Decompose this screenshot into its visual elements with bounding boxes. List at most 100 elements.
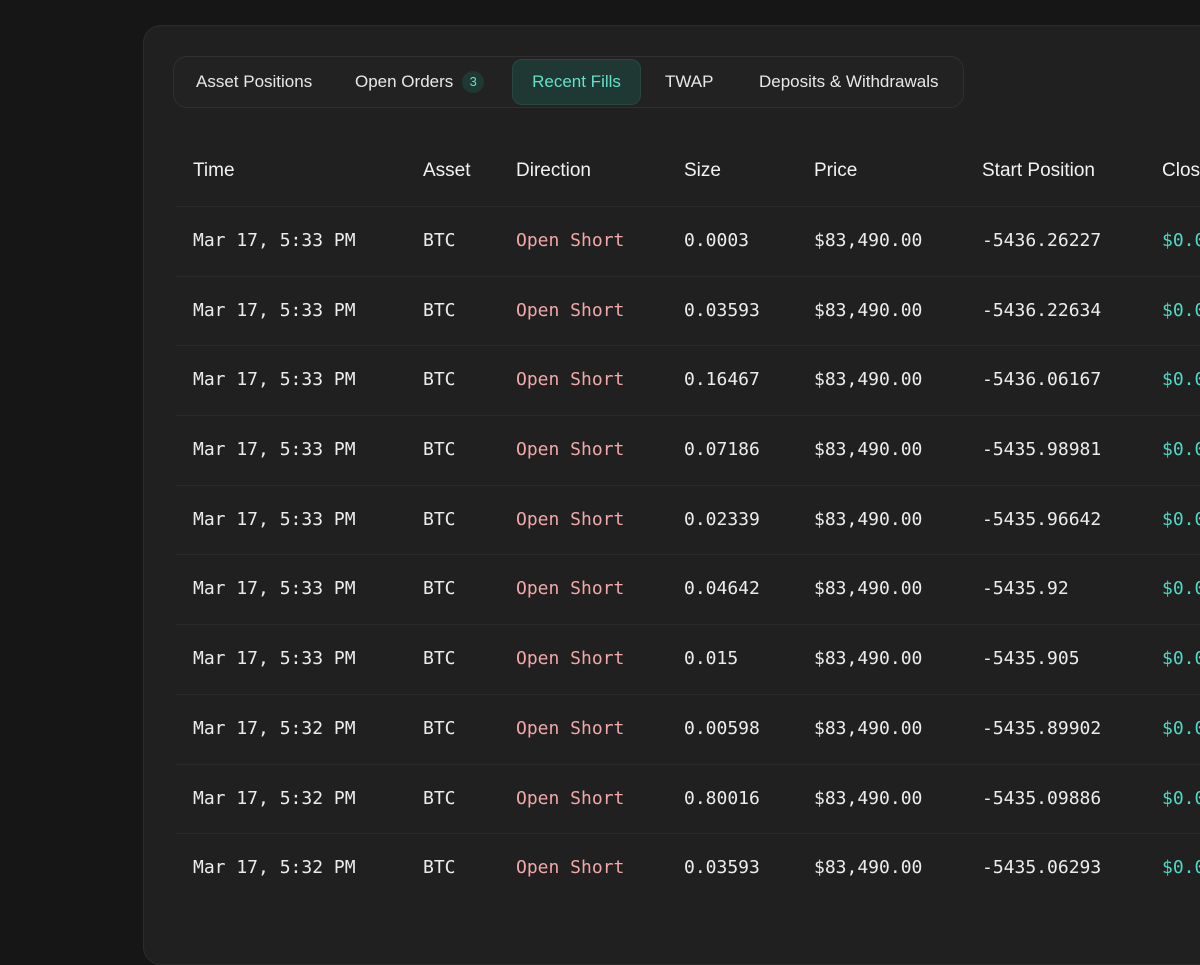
cell-price: $83,490.00 — [814, 439, 923, 461]
cell-closed-pnl: $0.0 — [1162, 369, 1200, 391]
cell-size: 0.07186 — [684, 439, 760, 461]
cell-direction: Open Short — [516, 857, 625, 879]
cell-start-position: -5435.06293 — [982, 857, 1102, 879]
header-asset[interactable]: Asset — [423, 136, 471, 206]
cell-closed-pnl: $0.0 — [1162, 578, 1200, 600]
cell-time: Mar 17, 5:32 PM — [193, 787, 356, 809]
cell-price: $83,490.00 — [814, 648, 923, 670]
header-time[interactable]: Time — [193, 136, 235, 206]
cell-asset[interactable]: BTC — [423, 765, 456, 833]
cell-size: 0.015 — [684, 648, 739, 670]
cell-asset[interactable]: BTC — [423, 695, 456, 763]
cell-start-position: -5436.22634 — [982, 299, 1102, 321]
table-row: Mar 17, 5:33 PM BTC Open Short 0.03593 $… — [176, 275, 1200, 346]
table-row: Mar 17, 5:33 PM BTC Open Short 0.02339 $… — [176, 484, 1200, 555]
cell-asset[interactable]: BTC — [423, 346, 456, 414]
cell-start-position: -5435.96642 — [982, 508, 1102, 530]
cell-start-position: -5435.92 — [982, 578, 1069, 600]
cell-time: Mar 17, 5:33 PM — [193, 230, 356, 251]
cell-size: 0.80016 — [684, 787, 760, 809]
table-row: Mar 17, 5:33 PM BTC Open Short 0.015 $83… — [176, 624, 1200, 694]
cell-asset[interactable]: BTC — [423, 416, 456, 484]
cell-size: 0.04642 — [684, 578, 760, 600]
cell-direction: Open Short — [516, 299, 625, 321]
table-row: Mar 17, 5:32 PM BTC Open Short 0.80016 $… — [176, 763, 1200, 834]
cell-price: $83,490.00 — [814, 787, 923, 809]
cell-size: 0.02339 — [684, 508, 760, 530]
cell-start-position: -5435.905 — [982, 648, 1080, 670]
tab-label: Open Orders — [355, 72, 454, 91]
tab-label: Asset Positions — [196, 72, 313, 91]
cell-direction: Open Short — [516, 369, 625, 391]
cell-direction: Open Short — [516, 787, 625, 809]
cell-size: 0.03593 — [684, 857, 760, 879]
table-row: Mar 17, 5:33 PM BTC Open Short 0.0003 $8… — [176, 206, 1200, 276]
tab-bar: Asset Positions Open Orders 3 Recent Fill… — [173, 56, 964, 108]
cell-asset[interactable]: BTC — [423, 207, 456, 275]
cell-closed-pnl: $0.0 — [1162, 299, 1200, 321]
cell-size: 0.03593 — [684, 299, 760, 321]
cell-direction: Open Short — [516, 508, 625, 530]
cell-asset[interactable]: BTC — [423, 625, 456, 693]
cell-size: 0.0003 — [684, 230, 750, 251]
table-row: Mar 17, 5:33 PM BTC Open Short 0.04642 $… — [176, 554, 1200, 624]
cell-time: Mar 17, 5:33 PM — [193, 578, 356, 600]
tab-label: Recent Fills — [532, 72, 621, 91]
cell-size: 0.16467 — [684, 369, 760, 391]
open-orders-count-badge: 3 — [462, 71, 485, 93]
cell-time: Mar 17, 5:33 PM — [193, 299, 356, 321]
cell-time: Mar 17, 5:33 PM — [193, 369, 356, 391]
cell-direction: Open Short — [516, 717, 625, 739]
cell-asset[interactable]: BTC — [423, 555, 456, 623]
cell-price: $83,490.00 — [814, 230, 923, 251]
cell-start-position: -5436.06167 — [982, 369, 1102, 391]
tab-label: TWAP — [665, 72, 714, 91]
table-row: Mar 17, 5:33 PM BTC Open Short 0.16467 $… — [176, 345, 1200, 415]
fills-table-body: Mar 17, 5:33 PM BTC Open Short 0.0003 $8… — [144, 206, 1200, 903]
cell-price: $83,490.00 — [814, 578, 923, 600]
table-row: Mar 17, 5:32 PM BTC Open Short 0.00598 $… — [176, 693, 1200, 764]
tab-recent-fills[interactable]: Recent Fills — [512, 59, 641, 105]
cell-asset[interactable]: BTC — [423, 277, 456, 345]
cell-start-position: -5435.89902 — [982, 717, 1102, 739]
cell-closed-pnl: $0.0 — [1162, 857, 1200, 879]
cell-start-position: -5435.09886 — [982, 787, 1102, 809]
header-closed-pnl[interactable]: Clos — [1162, 136, 1200, 206]
tab-asset-positions[interactable]: Asset Positions — [196, 59, 312, 105]
cell-closed-pnl: $0.0 — [1162, 439, 1200, 461]
cell-direction: Open Short — [516, 648, 625, 670]
cell-time: Mar 17, 5:33 PM — [193, 648, 356, 670]
cell-size: 0.00598 — [684, 717, 760, 739]
cell-price: $83,490.00 — [814, 857, 923, 879]
cell-asset[interactable]: BTC — [423, 486, 456, 554]
cell-closed-pnl: $0.0 — [1162, 717, 1200, 739]
table-row: Mar 17, 5:32 PM BTC Open Short 0.03593 $… — [176, 833, 1200, 903]
cell-price: $83,490.00 — [814, 299, 923, 321]
cell-price: $83,490.00 — [814, 508, 923, 530]
cell-time: Mar 17, 5:32 PM — [193, 717, 356, 739]
tab-deposits-withdrawals[interactable]: Deposits & Withdrawals — [759, 59, 939, 105]
cell-direction: Open Short — [516, 439, 625, 461]
cell-asset[interactable]: BTC — [423, 834, 456, 902]
tab-label: Deposits & Withdrawals — [759, 72, 939, 91]
cell-closed-pnl: $0.0 — [1162, 648, 1200, 670]
cell-closed-pnl: $0.0 — [1162, 508, 1200, 530]
cell-closed-pnl: $0.0 — [1162, 787, 1200, 809]
cell-time: Mar 17, 5:33 PM — [193, 439, 356, 461]
cell-time: Mar 17, 5:33 PM — [193, 508, 356, 530]
cell-time: Mar 17, 5:32 PM — [193, 857, 356, 879]
cell-direction: Open Short — [516, 578, 625, 600]
table-header: Time Asset Direction Size Price Start Po… — [144, 136, 1200, 206]
header-size[interactable]: Size — [684, 136, 721, 206]
cell-start-position: -5435.98981 — [982, 439, 1102, 461]
cell-price: $83,490.00 — [814, 369, 923, 391]
cell-direction: Open Short — [516, 230, 625, 251]
tab-twap[interactable]: TWAP — [665, 59, 713, 105]
header-start-position[interactable]: Start Position — [982, 136, 1095, 206]
header-direction[interactable]: Direction — [516, 136, 591, 206]
tab-open-orders[interactable]: Open Orders 3 — [355, 59, 485, 105]
table-row: Mar 17, 5:33 PM BTC Open Short 0.07186 $… — [176, 415, 1200, 485]
header-price[interactable]: Price — [814, 136, 857, 206]
fills-panel: Asset Positions Open Orders 3 Recent Fill… — [143, 25, 1200, 965]
cell-start-position: -5436.26227 — [982, 230, 1102, 251]
